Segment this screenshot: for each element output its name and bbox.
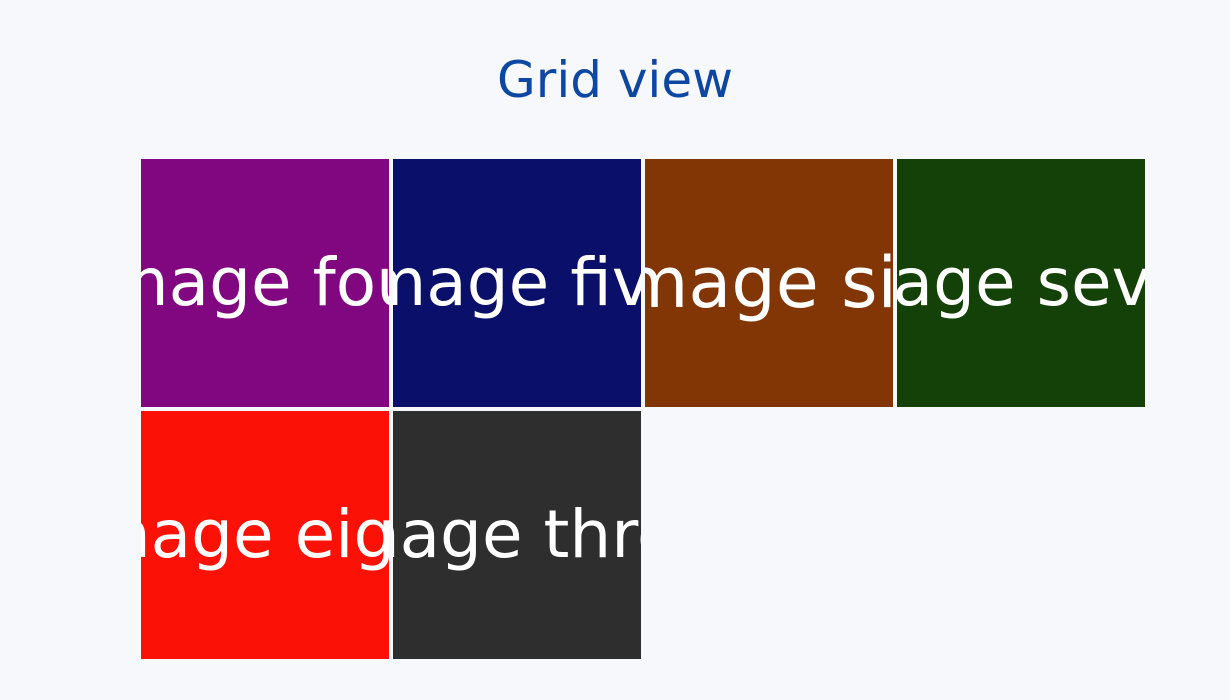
tile-label: Image four [141,244,389,321]
tile-label: Image five [393,244,641,321]
tile-label: Image six [645,242,893,324]
grid-tile-image-three[interactable]: Image three [393,411,641,659]
grid-tile-image-seven[interactable]: Image seven [897,159,1145,407]
page-title: Grid view [497,51,733,109]
page: Grid view Image four Image five Image si… [0,0,1230,700]
image-grid: Image four Image five Image six Image se… [141,159,1145,659]
grid-tile-image-five[interactable]: Image five [393,159,641,407]
grid-tile-image-four[interactable]: Image four [141,159,389,407]
tile-label: Image seven [897,244,1145,321]
grid-tile-image-eight[interactable]: Image eight [141,411,389,659]
tile-label: Image eight [141,496,389,573]
grid-tile-image-six[interactable]: Image six [645,159,893,407]
tile-label: Image three [393,496,641,573]
